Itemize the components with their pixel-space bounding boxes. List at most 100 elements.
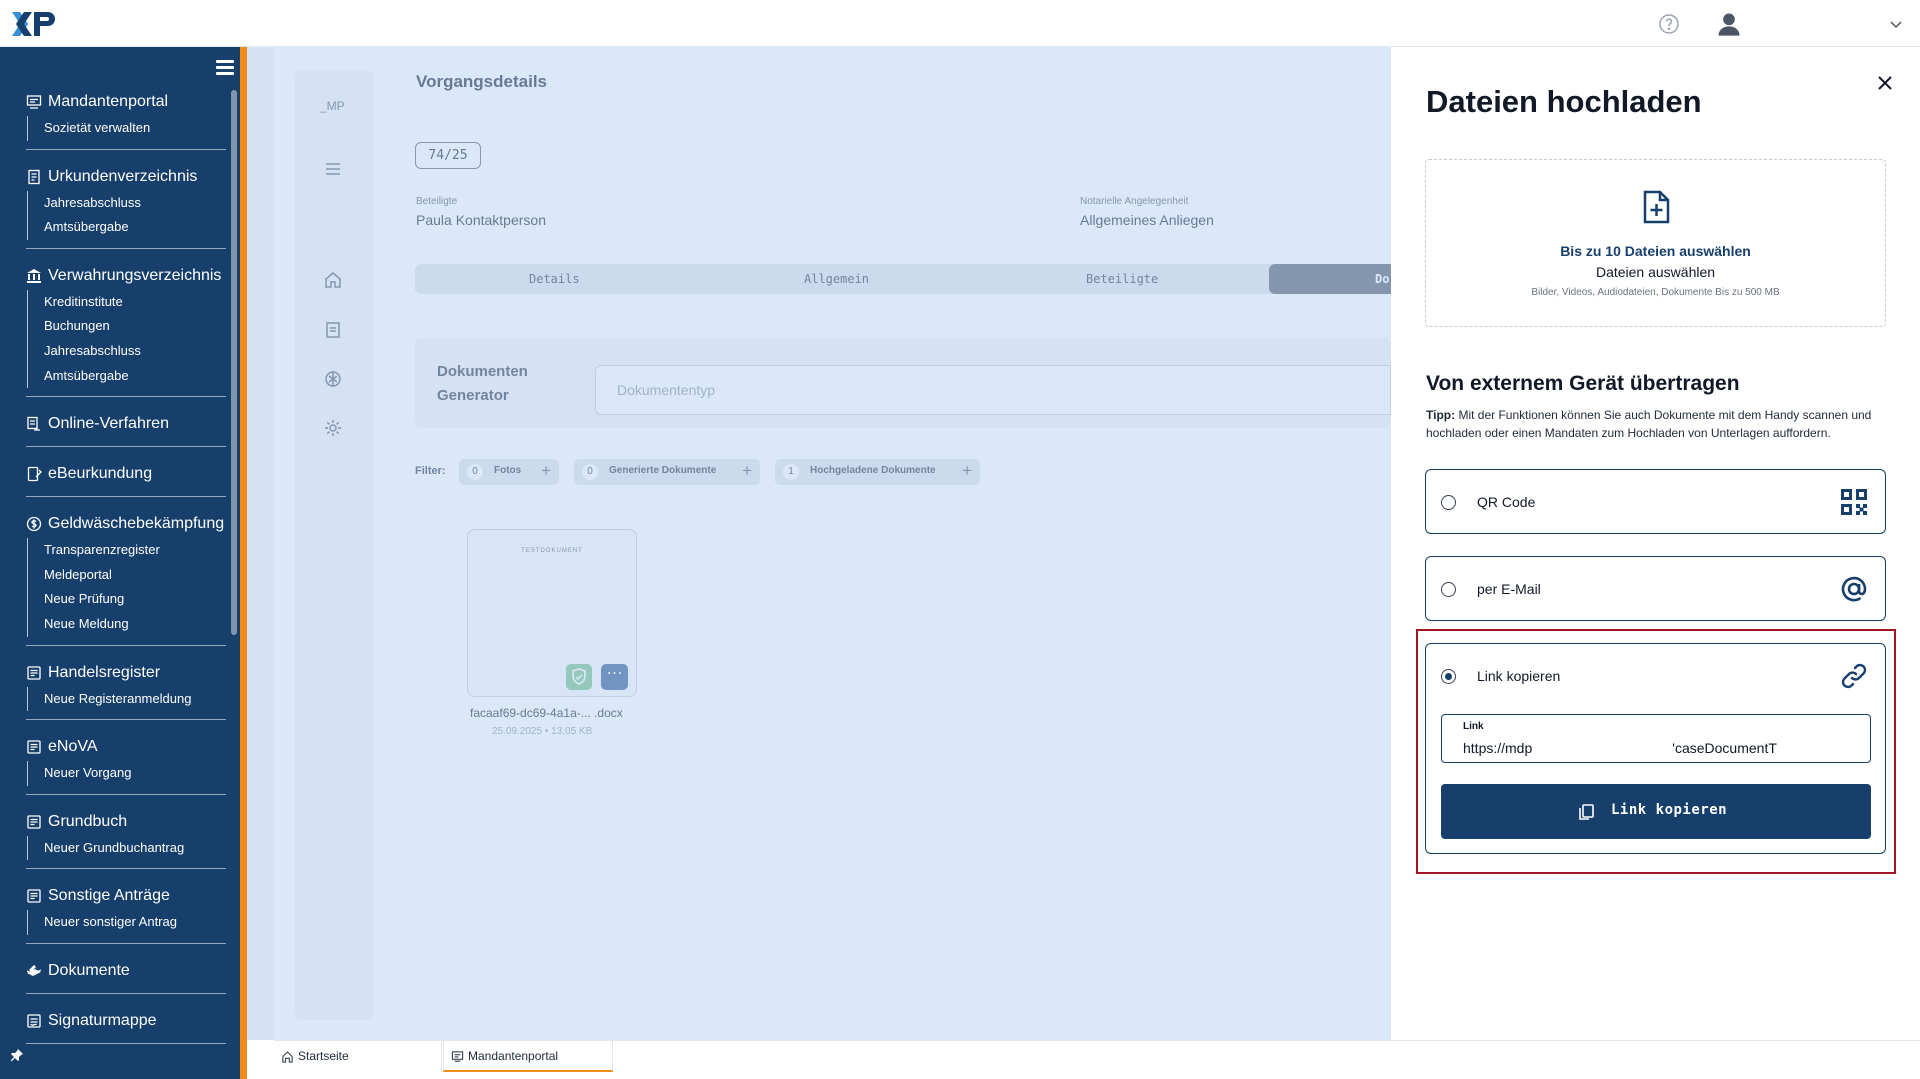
at-sign-icon (1841, 576, 1867, 602)
sidebar-subitem[interactable]: Amtsübergabe (44, 215, 226, 240)
chevron-down-icon[interactable] (1888, 16, 1904, 32)
sidebar-item-online-verfahren[interactable]: Online-Verfahren (26, 410, 226, 438)
dropzone-hint: Bilder, Videos, Audiodateien, Dokumente … (1531, 287, 1780, 298)
sidebar-subitem[interactable]: Meldeportal (44, 563, 226, 588)
sidebar-item-label: Verwahrungsverzeichnis (48, 266, 222, 284)
sidebar-section: Signaturmappe (26, 1007, 226, 1044)
sidebar-menu-icon[interactable] (216, 60, 234, 76)
sidebar-item-handelsregister[interactable]: Handelsregister (26, 659, 226, 687)
sidebar-item-urkundenverzeichnis[interactable]: Urkundenverzeichnis (26, 163, 226, 191)
register-icon (26, 665, 42, 681)
bottom-tab-bar: Startseite Mandantenportal (274, 1040, 1920, 1072)
sidebar-subitems: Neuer Vorgang (27, 761, 226, 786)
sidebar-section: Dokumente (26, 957, 226, 994)
sidebar-section: Mandantenportal Sozietät verwalten (26, 88, 226, 150)
sidebar-subitems: Neuer sonstiger Antrag (27, 910, 226, 935)
sidebar-subitem[interactable]: Sozietät verwalten (44, 116, 226, 141)
money-icon (26, 516, 42, 532)
sidebar-item-signaturmappe[interactable]: Signaturmappe (26, 1007, 226, 1035)
sidebar-scrollbar[interactable] (231, 90, 237, 635)
tip-text: Tipp: Mit der Funktionen können Sie auch… (1426, 406, 1886, 442)
sidebar-subitem[interactable]: Neuer Vorgang (44, 761, 226, 786)
sidebar-section: Urkundenverzeichnis Jahresabschluss Amtsüb… (26, 163, 226, 249)
close-icon[interactable] (1876, 74, 1894, 92)
option-qr-code[interactable]: QR Code (1425, 469, 1886, 534)
sidebar-section: Handelsregister Neue Registeranmeldung (26, 659, 226, 721)
register-icon (26, 814, 42, 830)
tip-body: Mit der Funktionen können Sie auch Dokum… (1426, 408, 1872, 440)
tablet-icon (26, 466, 42, 482)
sidebar-item-dokumente[interactable]: Dokumente (26, 957, 226, 985)
sidebar-item-enova[interactable]: eNoVA (26, 733, 226, 761)
portal-icon (26, 94, 42, 110)
qr-code-icon (1841, 489, 1867, 515)
pin-icon[interactable] (10, 1048, 24, 1062)
sidebar-item-verwahrungsverzeichnis[interactable]: Verwahrungsverzeichnis (26, 262, 226, 290)
sidebar-item-grundbuch[interactable]: Grundbuch (26, 808, 226, 836)
sidebar-subitem[interactable]: Jahresabschluss (44, 339, 226, 364)
bottom-tab-label: Mandantenportal (468, 1049, 559, 1063)
sidebar-section: eBeurkundung (26, 460, 226, 498)
sidebar-item-label: Grundbuch (48, 812, 128, 830)
online-procedure-icon (26, 416, 42, 432)
sidebar-subitem[interactable]: Kreditinstitute (44, 290, 226, 315)
sidebar-section: eNoVA Neuer Vorgang (26, 733, 226, 795)
sidebar-section: Grundbuch Neuer Grundbuchantrag (26, 808, 226, 870)
option-email[interactable]: per E-Mail (1425, 556, 1886, 621)
sidebar-section: Online-Verfahren (26, 410, 226, 448)
highlight-frame (1416, 629, 1896, 874)
sidebar-subitems: Transparenzregister Meldeportal Neue Prüfu… (27, 538, 226, 637)
sidebar-section: Geldwäschebekämpfung Transparenzregister M… (26, 510, 226, 646)
sidebar-subitem[interactable]: Buchungen (44, 314, 226, 339)
option-label: QR Code (1477, 494, 1536, 510)
sidebar-nav: Mandantenportal Sozietät verwalten Urkunde… (26, 88, 226, 1057)
sidebar-accent-stripe (240, 47, 247, 1079)
bottom-tab-label: Startseite (298, 1049, 349, 1063)
sidebar-subitems: Kreditinstitute Buchungen Jahresabschluss A… (27, 289, 226, 389)
panel-title: Dateien hochladen (1426, 84, 1702, 119)
user-icon[interactable] (1715, 10, 1743, 38)
radio-email[interactable] (1441, 582, 1456, 597)
sidebar-subitems: Neuer Grundbuchantrag (27, 835, 226, 861)
app-logo[interactable] (10, 8, 58, 40)
external-device-title: Von externem Gerät übertragen (1426, 372, 1740, 395)
register-icon (26, 739, 42, 755)
sidebar-item-label: Geldwäschebekämpfung (48, 515, 225, 533)
home-icon (282, 1051, 293, 1063)
dropzone-subtitle: Dateien auswählen (1595, 264, 1716, 280)
sidebar-item-label: eNoVA (48, 738, 98, 756)
bottom-tab-startseite[interactable]: Startseite (274, 1041, 442, 1072)
signature-icon (26, 1013, 42, 1029)
radio-qr-code[interactable] (1441, 495, 1456, 510)
option-label: per E-Mail (1477, 581, 1541, 597)
sidebar-item-mandantenportal[interactable]: Mandantenportal (26, 88, 226, 116)
sidebar-item-label: Dokumente (48, 961, 130, 979)
sidebar-item-label: Urkundenverzeichnis (48, 167, 198, 185)
sidebar-subitem[interactable]: Neue Meldung (44, 612, 226, 637)
sidebar-subitem[interactable]: Transparenzregister (44, 538, 226, 563)
tip-label: Tipp: (1426, 408, 1456, 422)
documents-icon (26, 963, 42, 979)
help-icon[interactable] (1657, 12, 1681, 36)
sidebar-item-label: Mandantenportal (48, 93, 169, 110)
sidebar-subitems: Neue Registeranmeldung (27, 686, 226, 712)
dropzone-title[interactable]: Bis zu 10 Dateien auswählen (1425, 243, 1886, 259)
sidebar-subitem[interactable]: Neuer sonstiger Antrag (44, 910, 226, 935)
document-index-icon (26, 169, 42, 185)
sidebar-item-geldwäschebekämpfung[interactable]: Geldwäschebekämpfung (26, 510, 226, 538)
sidebar-section: Sonstige Anträge Neuer sonstiger Antrag (26, 882, 226, 944)
sidebar-subitem[interactable]: Neue Registeranmeldung (44, 687, 226, 712)
sidebar-item-label: Signaturmappe (48, 1011, 157, 1029)
modal-backdrop[interactable] (247, 47, 1391, 1040)
bank-icon (26, 268, 42, 284)
sidebar-subitem[interactable]: Amtsübergabe (44, 364, 226, 389)
bottom-tab-mandantenportal[interactable]: Mandantenportal (443, 1041, 613, 1072)
sidebar-item-sonstige-anträge[interactable]: Sonstige Anträge (26, 882, 226, 910)
sidebar-subitem[interactable]: Neuer Grundbuchantrag (44, 836, 226, 861)
sidebar-subitem[interactable]: Neue Prüfung (44, 587, 226, 612)
sidebar-subitem[interactable]: Jahresabschluss (44, 191, 226, 216)
portal-icon (451, 1051, 464, 1062)
sidebar-subitems: Sozietät verwalten (27, 116, 226, 141)
sidebar-item-ebeurkundung[interactable]: eBeurkundung (26, 460, 226, 488)
sidebar-item-label: Handelsregister (48, 663, 161, 681)
